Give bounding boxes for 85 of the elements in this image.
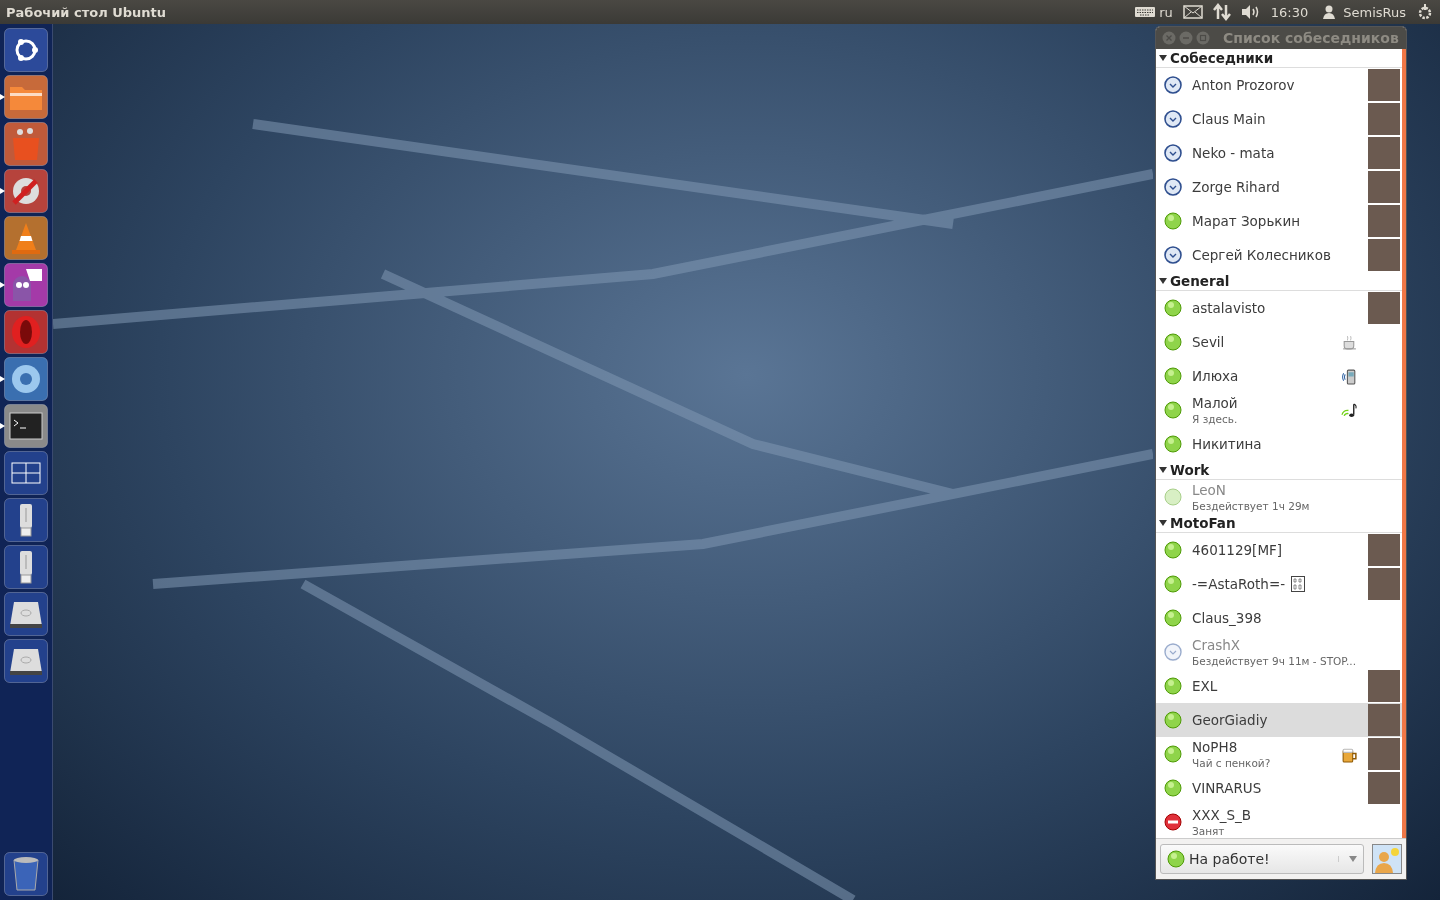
group-header[interactable]: Work [1156, 461, 1402, 480]
settings-icon[interactable] [1416, 3, 1434, 21]
contact-name: VINRARUS [1192, 779, 1262, 797]
launcher-app-icon[interactable] [4, 451, 48, 495]
launcher-app-icon[interactable] [4, 122, 48, 166]
contact-row[interactable]: NoPH8 Чай с пенкой? [1156, 737, 1402, 771]
volume-icon[interactable] [1240, 4, 1261, 20]
launcher-app-icon[interactable] [4, 263, 48, 307]
contact-row[interactable]: Claus_398 [1156, 601, 1402, 635]
launcher-app-icon[interactable] [4, 545, 48, 589]
contact-row[interactable]: CrashX Бездействует 9ч 11м - STOP... [1156, 635, 1402, 669]
contact-name: astalavisto [1192, 299, 1266, 317]
contact-row[interactable]: XXX_S_B Занят [1156, 805, 1402, 838]
desktop-title: Рабочий стол Ubuntu [6, 4, 168, 20]
contact-row[interactable]: LeoN Бездействует 1ч 29м [1156, 480, 1402, 514]
contact-row[interactable]: Илюха [1156, 359, 1402, 393]
contact-row[interactable]: Никитина [1156, 427, 1402, 461]
contact-row[interactable]: VINRARUS [1156, 771, 1402, 805]
contact-row[interactable]: Марат Зорькин [1156, 204, 1402, 238]
expanded-triangle-icon[interactable] [1159, 277, 1167, 285]
contact-row[interactable]: astalavisto [1156, 291, 1402, 325]
launcher-app-icon[interactable] [4, 404, 48, 448]
contact-name: Anton Prozorov [1192, 76, 1295, 94]
contact-row[interactable]: GeorGiadiy [1156, 703, 1402, 737]
contact-name: Сергей Колесников [1192, 246, 1331, 264]
launcher-app-icon[interactable] [4, 592, 48, 636]
contact-name: -=AstaRoth=- [1192, 575, 1286, 593]
contact-name: Илюха [1192, 367, 1239, 385]
contact-name: CrashX [1192, 636, 1241, 654]
clock[interactable]: 16:30 [1270, 4, 1309, 20]
contact-row[interactable]: Сергей Колесников [1156, 238, 1402, 272]
trash-icon[interactable] [4, 852, 48, 896]
status-message: Бездействует 1ч 29м [1192, 498, 1311, 513]
expanded-triangle-icon[interactable] [1159, 466, 1167, 474]
contact-row[interactable]: Anton Prozorov [1156, 68, 1402, 102]
contact-row[interactable]: Claus Main [1156, 102, 1402, 136]
contact-name: Марат Зорькин [1192, 212, 1301, 230]
contact-row[interactable]: 4601129[MF] [1156, 533, 1402, 567]
contact-row[interactable]: -=AstaRoth=- [1156, 567, 1402, 601]
expanded-triangle-icon[interactable] [1159, 54, 1167, 62]
status-message: Бездействует 9ч 11м - STOP... [1192, 653, 1358, 668]
group-name: MotoFan [1170, 515, 1236, 531]
launcher-app-icon[interactable] [4, 169, 48, 213]
mail-icon[interactable] [1182, 5, 1203, 19]
contact-row[interactable]: Zorge Rihard [1156, 170, 1402, 204]
group-header[interactable]: General [1156, 272, 1402, 291]
buddy-icon-button[interactable] [1372, 844, 1402, 874]
contact-name: GeorGiadiy [1192, 711, 1268, 729]
contact-name: 4601129[MF] [1192, 541, 1283, 559]
contact-name: NoPH8 [1192, 738, 1238, 756]
contact-name: EXL [1192, 677, 1218, 695]
contact-row[interactable]: Sevil [1156, 325, 1402, 359]
status-message: Занят [1192, 823, 1226, 838]
launcher-app-icon[interactable] [4, 639, 48, 683]
contact-name: Zorge Rihard [1192, 178, 1280, 196]
contact-name: Neko - mata [1192, 144, 1275, 162]
keyboard-layout[interactable]: ru [1159, 4, 1173, 20]
launcher-app-icon[interactable] [4, 498, 48, 542]
user-name[interactable]: SemisRus [1343, 4, 1406, 20]
keyboard-icon[interactable] [1134, 5, 1157, 19]
contact-name: LeoN [1192, 481, 1226, 499]
status-message: Чай с пенкой? [1192, 755, 1272, 770]
group-name: Work [1170, 462, 1210, 478]
contact-row[interactable]: Малой Я здесь. [1156, 393, 1402, 427]
contact-name: Claus Main [1192, 110, 1266, 128]
status-dropdown[interactable]: На работе! [1160, 844, 1364, 874]
status-message: Я здесь. [1192, 411, 1239, 426]
contact-name: Никитина [1192, 435, 1262, 453]
dropdown-arrow-icon[interactable] [1338, 856, 1357, 862]
group-header[interactable]: MotoFan [1156, 514, 1402, 533]
launcher-app-icon[interactable] [4, 216, 48, 260]
contact-name: Малой [1192, 394, 1238, 412]
contact-name: Sevil [1192, 333, 1225, 351]
group-name: Собеседники [1170, 50, 1274, 66]
launcher-app-icon[interactable] [4, 75, 48, 119]
network-icon[interactable] [1212, 3, 1231, 21]
contact-name: Claus_398 [1192, 609, 1262, 627]
window-title: Список собеседников [1223, 30, 1399, 46]
launcher-app-icon[interactable] [4, 28, 48, 72]
group-name: General [1170, 273, 1230, 289]
group-header[interactable]: Собеседники [1156, 49, 1402, 68]
contact-name: XXX_S_B [1192, 806, 1252, 824]
contact-row[interactable]: Neko - mata [1156, 136, 1402, 170]
contact-row[interactable]: EXL [1156, 669, 1402, 703]
expanded-triangle-icon[interactable] [1159, 519, 1167, 527]
